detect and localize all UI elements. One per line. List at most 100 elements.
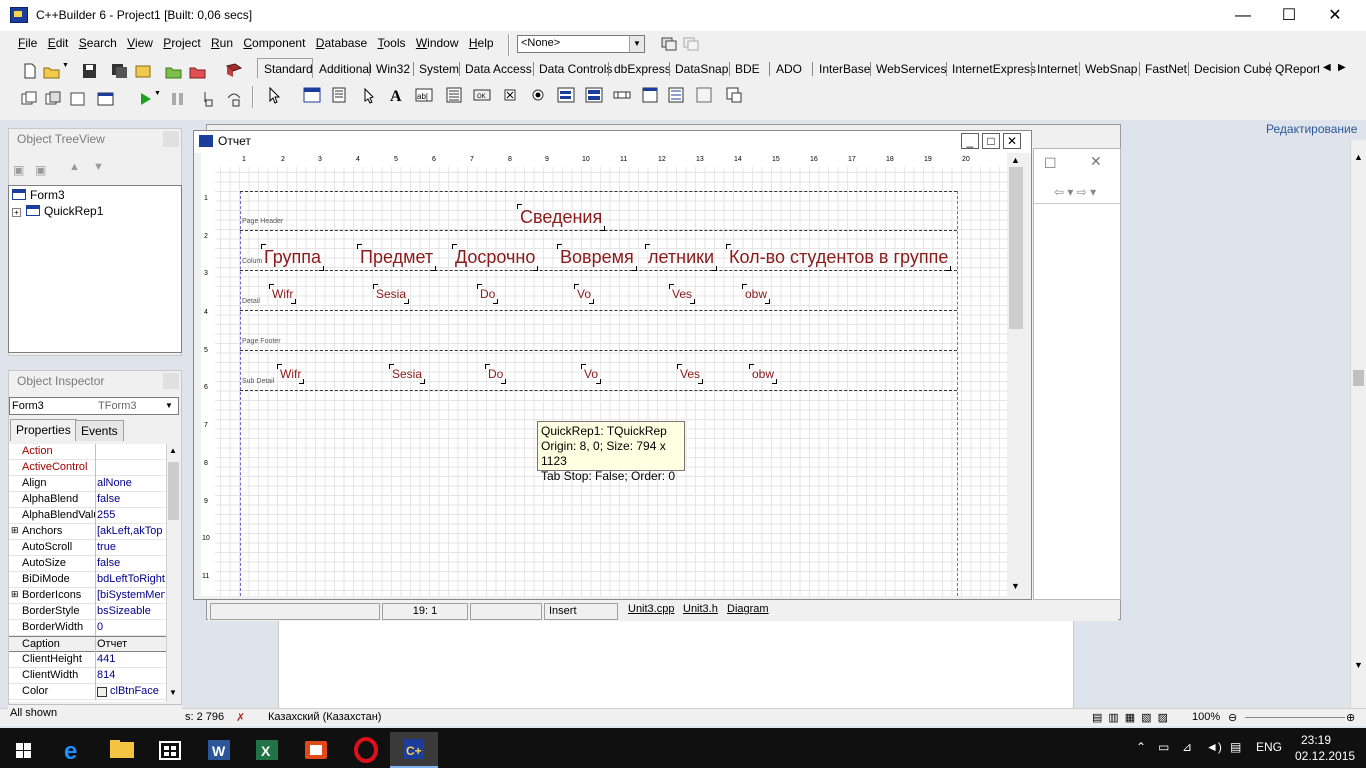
prop-row-anchors[interactable]: ⊞ Anchors [akLeft,akTop (9, 524, 166, 540)
tab-additional[interactable]: Additional (319, 62, 372, 78)
prop-row-alphablendvalue[interactable]: AlphaBlendValu 255 (9, 508, 166, 524)
band-sub-detail[interactable] (240, 390, 957, 391)
word-count[interactable]: s: 2 796 (185, 711, 224, 723)
subdetail-field-do[interactable]: Do (484, 364, 507, 384)
column-label-early[interactable]: Досрочно (451, 244, 539, 271)
cppbuilder-app-icon[interactable] (10, 7, 28, 23)
prop-row-caption[interactable]: Caption Отчет (9, 636, 166, 653)
save-all-icon[interactable] (110, 62, 130, 80)
tab-datasnap[interactable]: DataSnap (675, 62, 728, 78)
build-config-combo[interactable]: <None> ▼ (517, 35, 645, 53)
treeview-delete-icon[interactable]: ▣ (13, 163, 24, 177)
tab-unit3-cpp[interactable]: Unit3.cpp (625, 603, 677, 619)
tab-diagram[interactable]: Diagram (724, 603, 772, 619)
menu-project[interactable]: Project (163, 36, 200, 50)
tab-internetexpress[interactable]: InternetExpress (952, 62, 1036, 78)
media-player-icon[interactable] (292, 732, 340, 768)
report-title-label[interactable]: Сведения (516, 204, 606, 231)
add-to-project-icon[interactable] (164, 62, 184, 80)
scroll-down-icon[interactable]: ▼ (1011, 581, 1020, 591)
prop-row-clientheight[interactable]: ClientHeight 441 (9, 652, 166, 668)
scroll-thumb[interactable] (1009, 167, 1023, 329)
view-form-icon[interactable] (44, 90, 64, 108)
tab-dbexpress[interactable]: dbExpress (614, 62, 671, 78)
treeview-down-arrow-icon[interactable]: ▼ (93, 161, 104, 173)
detail-field-obw[interactable]: obw (741, 284, 771, 304)
chevron-down-icon[interactable]: ▼ (629, 36, 644, 52)
menu-database[interactable]: Database (316, 36, 367, 50)
code-explorer-pane[interactable]: ☐ ✕ ⇦ ▾ ⇨ ▾ (1033, 148, 1122, 600)
restore-icon[interactable]: ☐ (1044, 155, 1057, 172)
prop-row-alphablend[interactable]: AlphaBlend false (9, 492, 166, 508)
open-file-icon[interactable] (42, 62, 62, 80)
menu-search[interactable]: Search (79, 36, 117, 50)
column-label-subject[interactable]: Предмет (356, 244, 437, 271)
treeview-up-arrow-icon[interactable]: ▲ (69, 161, 80, 173)
tab-ado[interactable]: ADO (776, 62, 802, 78)
maximize-button[interactable]: ☐ (1266, 0, 1312, 31)
panel-component-icon[interactable] (694, 85, 714, 105)
radiobutton-component-icon[interactable] (528, 85, 548, 105)
menu-view[interactable]: View (127, 36, 153, 50)
tab-unit3-h[interactable]: Unit3.h (680, 603, 721, 619)
toggle-form-unit-icon[interactable] (68, 90, 88, 108)
form-minimize-button[interactable]: _ (961, 133, 979, 149)
prop-row-color[interactable]: Color clBtnFace (9, 684, 166, 700)
prop-row-bordericons[interactable]: ⊞ BorderIcons [biSystemMen (9, 588, 166, 604)
detail-field-sesia[interactable]: Sesia (372, 284, 410, 304)
mainmenu-component-icon[interactable] (302, 85, 322, 105)
inspector-close-icon[interactable] (163, 373, 179, 389)
column-label-ontime[interactable]: Вовремя (557, 244, 637, 271)
zoom-level[interactable]: 100% (1192, 711, 1220, 723)
treeview-title[interactable]: Object TreeView (9, 129, 181, 149)
tab-system[interactable]: System (419, 62, 459, 78)
subdetail-field-obw[interactable]: obw (748, 364, 778, 384)
clock-time[interactable]: 23:19 (1296, 733, 1336, 747)
save-icon[interactable] (80, 62, 100, 80)
menu-window[interactable]: Window (416, 36, 459, 50)
zoom-out-icon[interactable]: ⊖ (1228, 711, 1237, 724)
groupbox-component-icon[interactable] (640, 85, 660, 105)
notification-icon[interactable]: ▤ (1230, 740, 1241, 754)
edge-browser-icon[interactable]: e (50, 732, 98, 768)
tab-data-access[interactable]: Data Access (465, 62, 532, 78)
label-a-component-icon[interactable]: A (386, 85, 406, 105)
zoom-in-icon[interactable]: ⊕ (1346, 711, 1355, 724)
input-language[interactable]: ENG (1256, 740, 1282, 754)
proofing-icon[interactable]: ✗ (236, 711, 245, 724)
tab-fastnet[interactable]: FastNet (1145, 62, 1187, 78)
clock-date[interactable]: 02.12.2015 (1295, 749, 1355, 763)
treeview-close-icon[interactable] (163, 131, 179, 147)
scroll-thumb[interactable] (1353, 370, 1364, 386)
checkbox-component-icon[interactable] (500, 85, 520, 105)
scroll-up-icon[interactable]: ▲ (1354, 152, 1363, 162)
column-label-group[interactable]: Группа (260, 244, 325, 271)
detail-field-wifr[interactable]: Wifr (268, 284, 297, 304)
store-icon[interactable] (146, 732, 194, 768)
view-unit-icon[interactable] (20, 90, 40, 108)
edit-component-icon[interactable]: ab| (414, 85, 434, 105)
menu-help[interactable]: Help (469, 36, 494, 50)
tab-internet[interactable]: Internet (1037, 62, 1078, 78)
listbox-component-icon[interactable] (556, 85, 576, 105)
menu-file[interactable]: File (18, 36, 37, 50)
word-ribbon-group-editing[interactable]: Редактирование (1266, 122, 1366, 136)
tab-win32[interactable]: Win32 (376, 62, 410, 78)
menu-tools[interactable]: Tools (377, 36, 405, 50)
remove-from-project-icon[interactable] (188, 62, 208, 80)
expand-plus-icon[interactable]: ⊞ (11, 589, 19, 600)
minimize-button[interactable]: — (1220, 0, 1266, 31)
cppbuilder-taskbar-icon[interactable]: C+ (390, 732, 438, 768)
button-component-icon[interactable]: OK (472, 85, 492, 105)
prop-row-borderwidth[interactable]: BorderWidth 0 (9, 620, 166, 636)
menu-component[interactable]: Component (243, 36, 305, 50)
inspector-object-selector[interactable]: Form3 TForm3 ▼ (9, 397, 179, 415)
new-form-icon[interactable] (96, 90, 116, 108)
open-project-icon[interactable] (134, 62, 154, 80)
expand-plus-icon[interactable]: ⊞ (11, 525, 19, 536)
menu-run[interactable]: Run (211, 36, 233, 50)
form-maximize-button[interactable]: □ (982, 133, 1000, 149)
actionlist-component-icon[interactable] (724, 85, 744, 105)
inspector-title[interactable]: Object Inspector (9, 371, 181, 391)
back-arrow-icon[interactable]: ⇦ ▾ ⇨ ▾ (1054, 185, 1096, 199)
